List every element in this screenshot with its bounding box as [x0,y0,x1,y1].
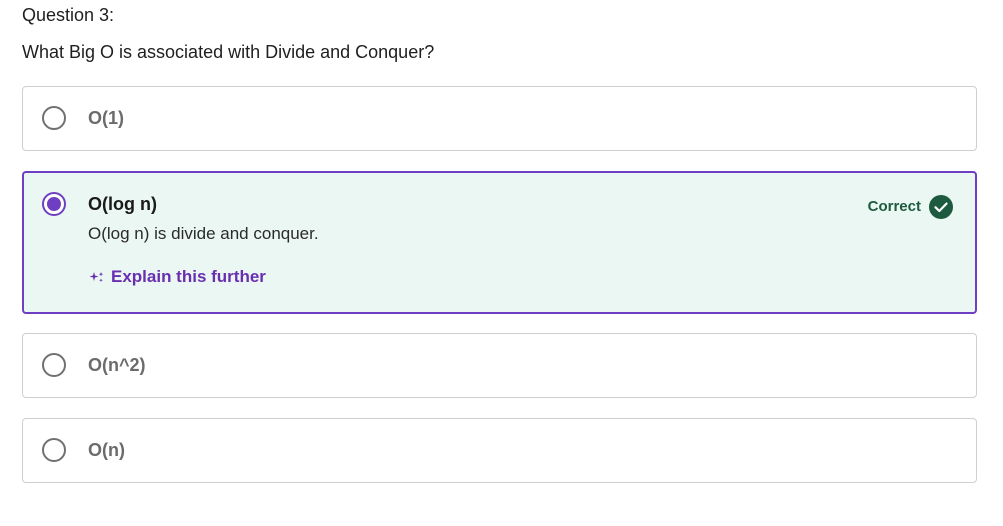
option-label: O(n) [88,440,125,460]
radio-selected-dot [47,197,61,211]
correct-label: Correct [867,198,921,215]
explain-further-link[interactable]: Explain this further [89,266,266,288]
radio-button-unselected[interactable] [42,106,66,130]
answer-option-3[interactable]: O(n^2) [22,333,977,398]
question-number: Question 3: [22,5,115,25]
radio-button-selected[interactable] [42,192,66,216]
radio-button-unselected[interactable] [42,438,66,462]
answer-option-4[interactable]: O(n) [22,418,977,483]
sparkle-icon [89,272,104,283]
option-label: O(1) [88,108,124,128]
question-text: What Big O is associated with Divide and… [22,42,435,62]
option-label: O(log n) [88,194,157,214]
check-circle-icon [929,195,953,219]
option-label: O(n^2) [88,355,146,375]
answer-option-2[interactable]: O(log n) O(log n) is divide and conquer.… [22,171,977,314]
explain-further-label: Explain this further [111,267,266,286]
radio-button-unselected[interactable] [42,353,66,377]
answer-feedback: O(log n) is divide and conquer. [88,224,319,243]
answer-option-1[interactable]: O(1) [22,86,977,151]
correct-badge: Correct [868,195,953,219]
